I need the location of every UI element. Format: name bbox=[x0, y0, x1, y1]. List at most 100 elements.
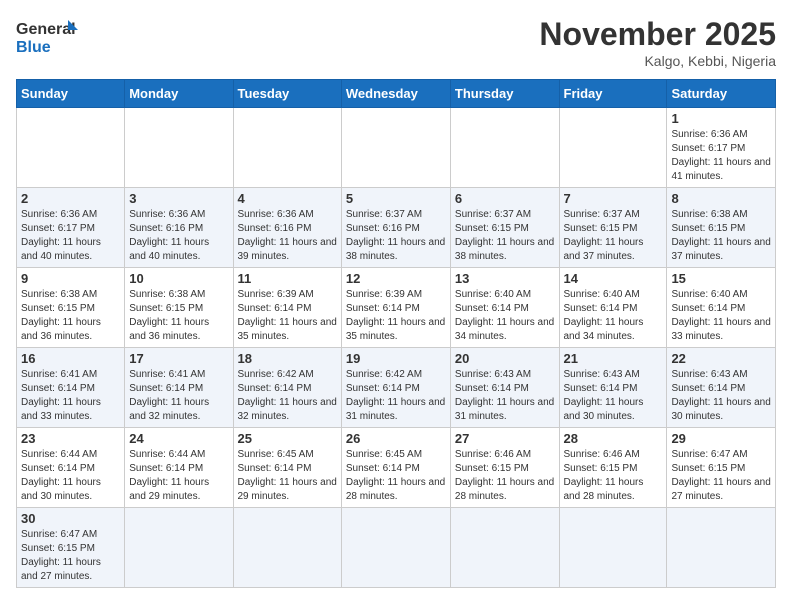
day-info: Sunrise: 6:43 AM Sunset: 6:14 PM Dayligh… bbox=[564, 368, 663, 424]
day-number: 5 bbox=[346, 191, 446, 206]
day-info: Sunrise: 6:38 AM Sunset: 6:15 PM Dayligh… bbox=[21, 288, 120, 344]
calendar-cell: 24 Sunrise: 6:44 AM Sunset: 6:14 PM Dayli… bbox=[125, 428, 233, 508]
calendar-cell: 18 Sunrise: 6:42 AM Sunset: 6:14 PM Dayli… bbox=[233, 348, 341, 428]
day-info: Sunrise: 6:47 AM Sunset: 6:15 PM Dayligh… bbox=[671, 448, 771, 504]
day-number: 29 bbox=[671, 431, 771, 446]
day-number: 13 bbox=[455, 271, 555, 286]
calendar-cell bbox=[125, 508, 233, 588]
day-info: Sunrise: 6:37 AM Sunset: 6:15 PM Dayligh… bbox=[455, 208, 555, 264]
day-number: 18 bbox=[238, 351, 337, 366]
day-info: Sunrise: 6:39 AM Sunset: 6:14 PM Dayligh… bbox=[346, 288, 446, 344]
page-header: GeneralBlue November 2025 Kalgo, Kebbi, … bbox=[16, 16, 776, 69]
calendar-cell bbox=[125, 108, 233, 188]
day-number: 21 bbox=[564, 351, 663, 366]
svg-text:General: General bbox=[16, 21, 76, 38]
day-number: 22 bbox=[671, 351, 771, 366]
calendar-cell bbox=[450, 108, 559, 188]
weekday-header: Thursday bbox=[450, 80, 559, 108]
day-info: Sunrise: 6:38 AM Sunset: 6:15 PM Dayligh… bbox=[671, 208, 771, 264]
calendar-cell: 12 Sunrise: 6:39 AM Sunset: 6:14 PM Dayli… bbox=[341, 268, 450, 348]
calendar-cell: 30 Sunrise: 6:47 AM Sunset: 6:15 PM Dayli… bbox=[17, 508, 125, 588]
logo: GeneralBlue bbox=[16, 16, 86, 56]
calendar-cell: 21 Sunrise: 6:43 AM Sunset: 6:14 PM Dayli… bbox=[559, 348, 667, 428]
day-number: 28 bbox=[564, 431, 663, 446]
day-number: 23 bbox=[21, 431, 120, 446]
weekday-header: Saturday bbox=[667, 80, 776, 108]
day-info: Sunrise: 6:41 AM Sunset: 6:14 PM Dayligh… bbox=[21, 368, 120, 424]
day-info: Sunrise: 6:42 AM Sunset: 6:14 PM Dayligh… bbox=[238, 368, 337, 424]
month-title: November 2025 bbox=[539, 16, 776, 53]
calendar-cell bbox=[667, 508, 776, 588]
day-info: Sunrise: 6:36 AM Sunset: 6:16 PM Dayligh… bbox=[129, 208, 228, 264]
day-info: Sunrise: 6:39 AM Sunset: 6:14 PM Dayligh… bbox=[238, 288, 337, 344]
calendar-cell: 7 Sunrise: 6:37 AM Sunset: 6:15 PM Daylig… bbox=[559, 188, 667, 268]
day-info: Sunrise: 6:36 AM Sunset: 6:17 PM Dayligh… bbox=[671, 128, 771, 184]
calendar-row: 30 Sunrise: 6:47 AM Sunset: 6:15 PM Dayli… bbox=[17, 508, 776, 588]
day-number: 7 bbox=[564, 191, 663, 206]
day-info: Sunrise: 6:37 AM Sunset: 6:16 PM Dayligh… bbox=[346, 208, 446, 264]
day-info: Sunrise: 6:44 AM Sunset: 6:14 PM Dayligh… bbox=[129, 448, 228, 504]
day-info: Sunrise: 6:43 AM Sunset: 6:14 PM Dayligh… bbox=[455, 368, 555, 424]
day-number: 4 bbox=[238, 191, 337, 206]
day-info: Sunrise: 6:46 AM Sunset: 6:15 PM Dayligh… bbox=[455, 448, 555, 504]
day-number: 10 bbox=[129, 271, 228, 286]
location: Kalgo, Kebbi, Nigeria bbox=[539, 53, 776, 69]
weekday-header: Wednesday bbox=[341, 80, 450, 108]
calendar-cell: 13Sunrise: 6:40 AM Sunset: 6:14 PM Dayli… bbox=[450, 268, 559, 348]
day-info: Sunrise: 6:45 AM Sunset: 6:14 PM Dayligh… bbox=[346, 448, 446, 504]
calendar-cell: 27 Sunrise: 6:46 AM Sunset: 6:15 PM Dayli… bbox=[450, 428, 559, 508]
day-number: 14 bbox=[564, 271, 663, 286]
calendar-cell bbox=[559, 108, 667, 188]
day-number: 1 bbox=[671, 111, 771, 126]
calendar-cell: 9 Sunrise: 6:38 AM Sunset: 6:15 PM Daylig… bbox=[17, 268, 125, 348]
day-number: 11 bbox=[238, 271, 337, 286]
calendar-cell: 23 Sunrise: 6:44 AM Sunset: 6:14 PM Dayli… bbox=[17, 428, 125, 508]
day-info: Sunrise: 6:38 AM Sunset: 6:15 PM Dayligh… bbox=[129, 288, 228, 344]
calendar-cell: 22 Sunrise: 6:43 AM Sunset: 6:14 PM Dayli… bbox=[667, 348, 776, 428]
day-number: 9 bbox=[21, 271, 120, 286]
calendar-cell: 14 Sunrise: 6:40 AM Sunset: 6:14 PM Dayli… bbox=[559, 268, 667, 348]
calendar-cell: 28 Sunrise: 6:46 AM Sunset: 6:15 PM Dayli… bbox=[559, 428, 667, 508]
calendar-cell: 2Sunrise: 6:36 AM Sunset: 6:17 PM Daylig… bbox=[17, 188, 125, 268]
weekday-header: Monday bbox=[125, 80, 233, 108]
weekday-header-row: SundayMondayTuesdayWednesdayThursdayFrid… bbox=[17, 80, 776, 108]
calendar-row: 23 Sunrise: 6:44 AM Sunset: 6:14 PM Dayli… bbox=[17, 428, 776, 508]
day-number: 24 bbox=[129, 431, 228, 446]
day-info: Sunrise: 6:45 AM Sunset: 6:14 PM Dayligh… bbox=[238, 448, 337, 504]
calendar-cell: 26Sunrise: 6:45 AM Sunset: 6:14 PM Dayli… bbox=[341, 428, 450, 508]
weekday-header: Sunday bbox=[17, 80, 125, 108]
day-info: Sunrise: 6:46 AM Sunset: 6:15 PM Dayligh… bbox=[564, 448, 663, 504]
calendar-row: 2Sunrise: 6:36 AM Sunset: 6:17 PM Daylig… bbox=[17, 188, 776, 268]
calendar-cell: 19Sunrise: 6:42 AM Sunset: 6:14 PM Dayli… bbox=[341, 348, 450, 428]
svg-text:Blue: Blue bbox=[16, 39, 51, 56]
calendar-cell: 17Sunrise: 6:41 AM Sunset: 6:14 PM Dayli… bbox=[125, 348, 233, 428]
day-number: 20 bbox=[455, 351, 555, 366]
day-number: 25 bbox=[238, 431, 337, 446]
day-info: Sunrise: 6:43 AM Sunset: 6:14 PM Dayligh… bbox=[671, 368, 771, 424]
calendar-cell bbox=[17, 108, 125, 188]
calendar-cell: 15 Sunrise: 6:40 AM Sunset: 6:14 PM Dayli… bbox=[667, 268, 776, 348]
day-info: Sunrise: 6:47 AM Sunset: 6:15 PM Dayligh… bbox=[21, 528, 120, 584]
day-info: Sunrise: 6:41 AM Sunset: 6:14 PM Dayligh… bbox=[129, 368, 228, 424]
day-info: Sunrise: 6:36 AM Sunset: 6:16 PM Dayligh… bbox=[238, 208, 337, 264]
calendar-cell: 6Sunrise: 6:37 AM Sunset: 6:15 PM Daylig… bbox=[450, 188, 559, 268]
calendar-cell: 20 Sunrise: 6:43 AM Sunset: 6:14 PM Dayli… bbox=[450, 348, 559, 428]
day-number: 12 bbox=[346, 271, 446, 286]
day-number: 3 bbox=[129, 191, 228, 206]
calendar-cell: 16Sunrise: 6:41 AM Sunset: 6:14 PM Dayli… bbox=[17, 348, 125, 428]
weekday-header: Tuesday bbox=[233, 80, 341, 108]
day-info: Sunrise: 6:40 AM Sunset: 6:14 PM Dayligh… bbox=[564, 288, 663, 344]
day-info: Sunrise: 6:44 AM Sunset: 6:14 PM Dayligh… bbox=[21, 448, 120, 504]
calendar-cell bbox=[233, 108, 341, 188]
calendar-cell: 8Sunrise: 6:38 AM Sunset: 6:15 PM Daylig… bbox=[667, 188, 776, 268]
day-info: Sunrise: 6:37 AM Sunset: 6:15 PM Dayligh… bbox=[564, 208, 663, 264]
calendar-row: 16Sunrise: 6:41 AM Sunset: 6:14 PM Dayli… bbox=[17, 348, 776, 428]
day-number: 15 bbox=[671, 271, 771, 286]
day-number: 27 bbox=[455, 431, 555, 446]
calendar-cell: 29 Sunrise: 6:47 AM Sunset: 6:15 PM Dayli… bbox=[667, 428, 776, 508]
day-number: 19 bbox=[346, 351, 446, 366]
logo-svg: GeneralBlue bbox=[16, 16, 86, 56]
day-number: 30 bbox=[21, 511, 120, 526]
calendar-cell: 5 Sunrise: 6:37 AM Sunset: 6:16 PM Daylig… bbox=[341, 188, 450, 268]
day-info: Sunrise: 6:40 AM Sunset: 6:14 PM Dayligh… bbox=[671, 288, 771, 344]
